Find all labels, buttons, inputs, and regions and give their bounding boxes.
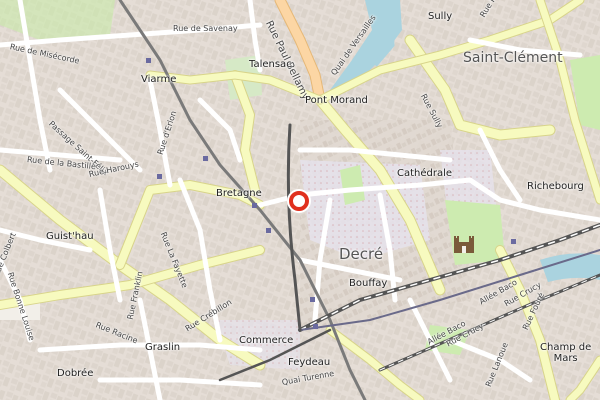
location-pin[interactable] <box>287 189 311 213</box>
castle-icon <box>454 236 474 254</box>
map-canvas[interactable]: Rue Paul Bellamy Talensac Pont Morand Su… <box>0 0 600 400</box>
